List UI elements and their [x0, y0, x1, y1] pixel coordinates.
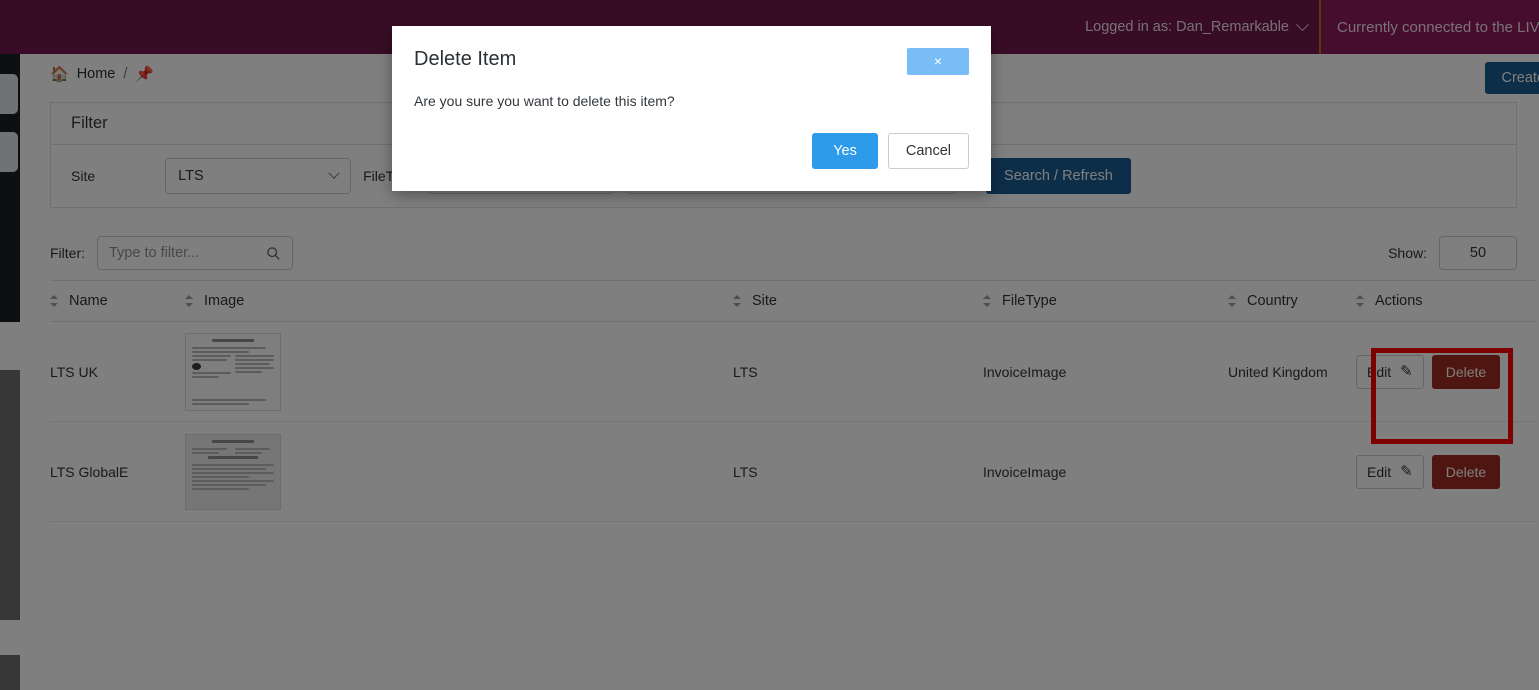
dialog-title: Delete Item	[414, 48, 517, 70]
dialog-footer: Yes Cancel	[392, 109, 991, 191]
cancel-button[interactable]: Cancel	[887, 133, 969, 169]
delete-item-dialog: Delete Item × Are you sure you want to d…	[392, 26, 991, 191]
confirm-yes-button[interactable]: Yes	[812, 133, 878, 169]
dialog-message: Are you sure you want to delete this ite…	[414, 93, 675, 109]
dialog-header: Delete Item ×	[392, 26, 991, 75]
close-icon[interactable]: ×	[907, 48, 969, 75]
